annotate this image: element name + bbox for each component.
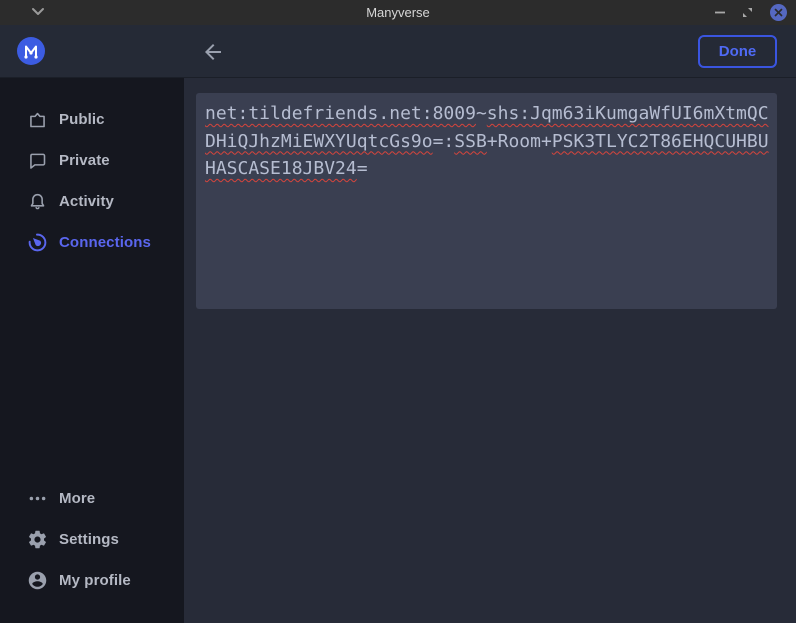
close-button[interactable] [770,4,787,21]
sidebar-item-label: Connections [59,234,151,251]
sidebar-bottom-group: More Settings My profile [0,484,184,594]
arrow-back-icon [201,40,225,64]
sidebar-item-settings[interactable]: Settings [0,525,184,553]
sidebar-item-public[interactable]: Public [0,105,184,133]
invite-code-text-misspelled: PSK3TLYC2T86EHQCUHBU [552,131,769,152]
invite-code-text-misspelled: net:tildefriends.net:8009 [205,103,476,124]
invite-code-line: net:tildefriends.net:8009~shs:Jqm63iKumg… [205,100,777,128]
invite-code-text: =: [433,131,455,152]
sidebar-item-connections[interactable]: Connections [0,228,184,256]
titlebar: Manyverse [0,0,796,25]
minimize-button[interactable] [715,11,725,14]
back-button[interactable] [201,40,225,64]
public-board-icon [27,109,48,130]
invite-code-text: + [487,131,498,152]
sidebar-item-label: Public [59,111,105,128]
manyverse-window: Manyverse [0,0,796,623]
restore-button[interactable] [742,7,753,18]
window-controls [715,0,787,25]
sidebar-item-label: My profile [59,572,131,589]
invite-code-text: ~ [476,103,487,124]
main-content: net:tildefriends.net:8009~shs:Jqm63iKumg… [184,78,796,623]
app-body: Public Private Activity Connections More… [0,78,796,623]
done-button[interactable]: Done [698,35,777,68]
invite-code-text-misspelled: shs:Jqm63iKumgaWfUI6mXtmQC [487,103,769,124]
manyverse-logo-icon [17,37,45,65]
invite-code-text-misspelled: HASCASE18JBV24 [205,158,357,179]
ellipsis-icon [27,488,48,509]
sidebar-item-label: Settings [59,531,119,548]
invite-code-line: HASCASE18JBV24= [205,155,777,183]
invite-code-line: DHiQJhzMiEWXYUqtcGs9o=:SSB+Room+PSK3TLYC… [205,128,777,156]
sidebar-item-my-profile[interactable]: My profile [0,566,184,594]
sidebar-item-label: Private [59,152,110,169]
sidebar-item-label: Activity [59,193,114,210]
sidebar-item-activity[interactable]: Activity [0,187,184,215]
sidebar-top-group: Public Private Activity Connections [0,105,184,256]
sidebar-item-label: More [59,490,95,507]
invite-code-text: Room [498,131,541,152]
invite-code-text-misspelled: DHiQJhzMiEWXYUqtcGs9o [205,131,433,152]
sidebar: Public Private Activity Connections More… [0,78,184,623]
invite-code-text-misspelled: SSB [454,131,487,152]
sidebar-item-private[interactable]: Private [0,146,184,174]
close-icon [774,8,783,17]
window-title: Manyverse [0,0,796,25]
account-circle-icon [27,570,48,591]
chat-bubble-icon [27,150,48,171]
invite-code-input[interactable]: net:tildefriends.net:8009~shs:Jqm63iKumg… [196,93,777,309]
invite-code-text: + [541,131,552,152]
sidebar-item-more[interactable]: More [0,484,184,512]
bell-icon [27,191,48,212]
invite-code-text: = [357,158,368,179]
connections-gauge-icon [27,232,48,253]
app-header: Done [0,25,796,78]
gear-icon [27,529,48,550]
